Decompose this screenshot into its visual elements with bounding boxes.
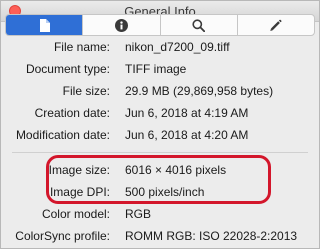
magnifier-icon: [192, 18, 206, 32]
general-info-window: General Info File name: nikon_d7200_09.t…: [0, 0, 320, 249]
file-name-value: nikon_d7200_09.tiff: [125, 40, 230, 54]
pencil-icon: [270, 19, 282, 31]
tab-edit[interactable]: [238, 15, 314, 35]
document-type-value: TIFF image: [125, 62, 187, 76]
modification-date-label: Modification date:: [15, 128, 110, 142]
file-size-value: 29.9 MB (29,869,958 bytes): [125, 84, 274, 98]
tab-search[interactable]: [161, 15, 238, 35]
row-document-type: Document type: TIFF image: [1, 60, 319, 78]
row-color-model: Color model: RGB: [1, 205, 319, 223]
row-modification-date: Modification date: Jun 6, 2018 at 4:20 A…: [1, 126, 319, 144]
tab-general[interactable]: [6, 15, 84, 35]
modification-date-value: Jun 6, 2018 at 4:20 AM: [125, 128, 249, 142]
tab-more-info[interactable]: [83, 15, 161, 35]
row-colorsync-profile: ColorSync profile: ROMM RGB: ISO 22028-2…: [1, 227, 319, 245]
colorsync-profile-label: ColorSync profile:: [15, 229, 110, 243]
document-type-label: Document type:: [25, 62, 110, 76]
color-model-value: RGB: [125, 207, 152, 221]
creation-date-label: Creation date:: [34, 106, 110, 120]
row-file-name: File name: nikon_d7200_09.tiff: [1, 38, 319, 56]
row-creation-date: Creation date: Jun 6, 2018 at 4:19 AM: [1, 104, 319, 122]
file-name-label: File name:: [53, 40, 110, 54]
document-icon: [39, 18, 50, 32]
section-divider: [12, 152, 308, 153]
color-model-label: Color model:: [41, 207, 110, 221]
row-file-size: File size: 29.9 MB (29,869,958 bytes): [1, 82, 319, 100]
highlight-annotation: [46, 155, 271, 204]
colorsync-profile-value: ROMM RGB: ISO 22028-2:2013: [125, 229, 298, 243]
file-size-label: File size:: [62, 84, 110, 98]
info-icon: [114, 18, 128, 32]
creation-date-value: Jun 6, 2018 at 4:19 AM: [125, 106, 249, 120]
inspector-tab-bar: [5, 14, 315, 36]
